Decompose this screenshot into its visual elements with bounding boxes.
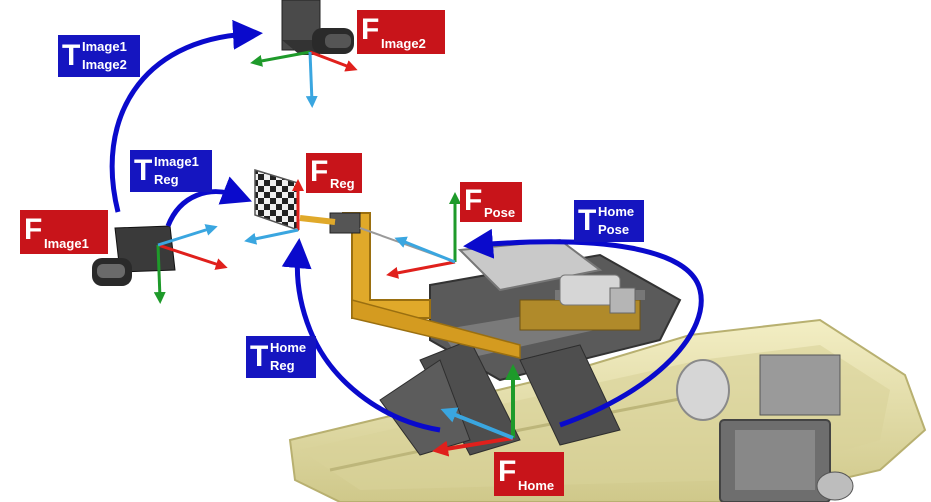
transform-label-image1-image2: T Image1 Image2 (58, 35, 140, 77)
transform-label-home-pose: T Home Pose (574, 200, 644, 242)
registration-target (254, 168, 299, 232)
frame-label-home: F Home (494, 452, 564, 496)
transform-label-home-reg: T Home Reg (246, 336, 316, 378)
axes-image2 (250, 50, 358, 108)
frame-label-image1: F Image1 (20, 210, 108, 254)
frame-label-pose: F Pose (460, 182, 522, 222)
frame-label-reg: F Reg (306, 153, 362, 193)
camera-image2 (281, 0, 354, 55)
transform-label-image1-reg: T Image1 Reg (130, 150, 212, 192)
axes-pose (386, 192, 461, 279)
transform-arrow-image1-reg (165, 176, 252, 227)
frame-label-image2: F Image2 (357, 10, 445, 54)
